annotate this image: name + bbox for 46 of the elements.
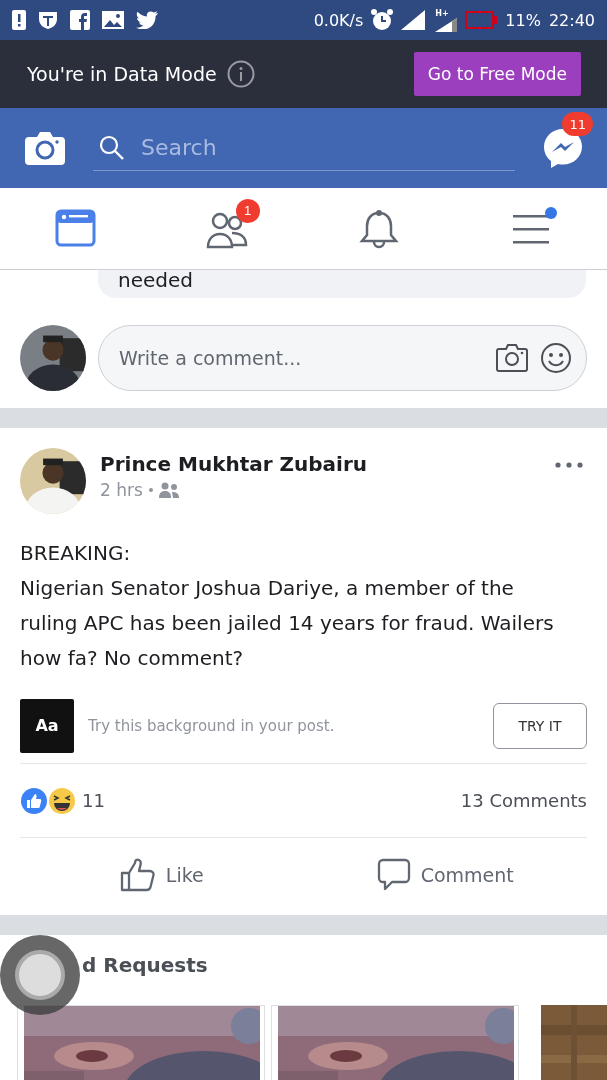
like-reaction-icon (20, 786, 48, 815)
data-mode-message: You're in Data Mode (27, 63, 217, 85)
speech-bubble-icon (376, 858, 411, 892)
comment-bubble: needed (98, 270, 586, 298)
alert-icon (12, 10, 26, 30)
post-time: 2 hrs (100, 480, 143, 500)
comment-button[interactable]: Comment (303, 838, 587, 912)
battery-icon (465, 11, 498, 29)
search-box[interactable]: Search (93, 125, 515, 171)
image-icon (102, 11, 124, 29)
reaction-count[interactable]: 11 (82, 790, 105, 811)
camera-icon[interactable] (25, 131, 65, 165)
free-mode-button[interactable]: Go to Free Mode (413, 52, 581, 96)
author-name[interactable]: Prince Mukhtar Zubairu (100, 452, 368, 476)
friends-tab[interactable]: 1 (151, 188, 304, 269)
battery-level: 11% (505, 10, 541, 30)
bird-icon (136, 11, 158, 29)
try-it-button[interactable]: TRY IT (493, 702, 587, 749)
notification-badge: 11 (562, 112, 593, 136)
camera-icon[interactable] (496, 344, 528, 372)
background-sample[interactable]: Aa (20, 698, 74, 753)
comment-box[interactable]: Write a comment... (98, 325, 587, 391)
laughing-reaction-icon (48, 786, 76, 815)
friends-audience-icon (158, 482, 179, 498)
comment-count[interactable]: 13 Comments (460, 790, 587, 811)
signal-icon (401, 10, 428, 30)
more-icon (555, 462, 583, 468)
smiley-icon[interactable] (540, 342, 572, 374)
signal-icon (435, 17, 458, 32)
clock: 22:40 (548, 10, 595, 30)
search-icon (99, 134, 125, 161)
thumbs-up-icon (119, 858, 156, 892)
shield-icon (38, 10, 58, 30)
comment-field[interactable]: Write a comment... (117, 346, 484, 370)
network-speed: 0.0K/s (313, 10, 364, 30)
background-prompt: Try this background in your post. (88, 716, 335, 735)
search-field[interactable]: Search (139, 134, 479, 161)
facebook-icon (70, 10, 90, 30)
info-icon[interactable] (226, 60, 255, 88)
alarm-icon (371, 9, 394, 31)
section-title: d Requests (82, 953, 208, 977)
network-type: H+ (435, 8, 449, 18)
post-text: BREAKING: Nigerian Senator Joshua Dariye, a member of the ruling APC has been jailed 14 years for fraud. Wailers how fa? No comment? (20, 540, 555, 672)
news-feed-icon (53, 208, 98, 249)
notification-badge: 1 (235, 198, 260, 223)
like-button[interactable]: Like (20, 838, 304, 912)
